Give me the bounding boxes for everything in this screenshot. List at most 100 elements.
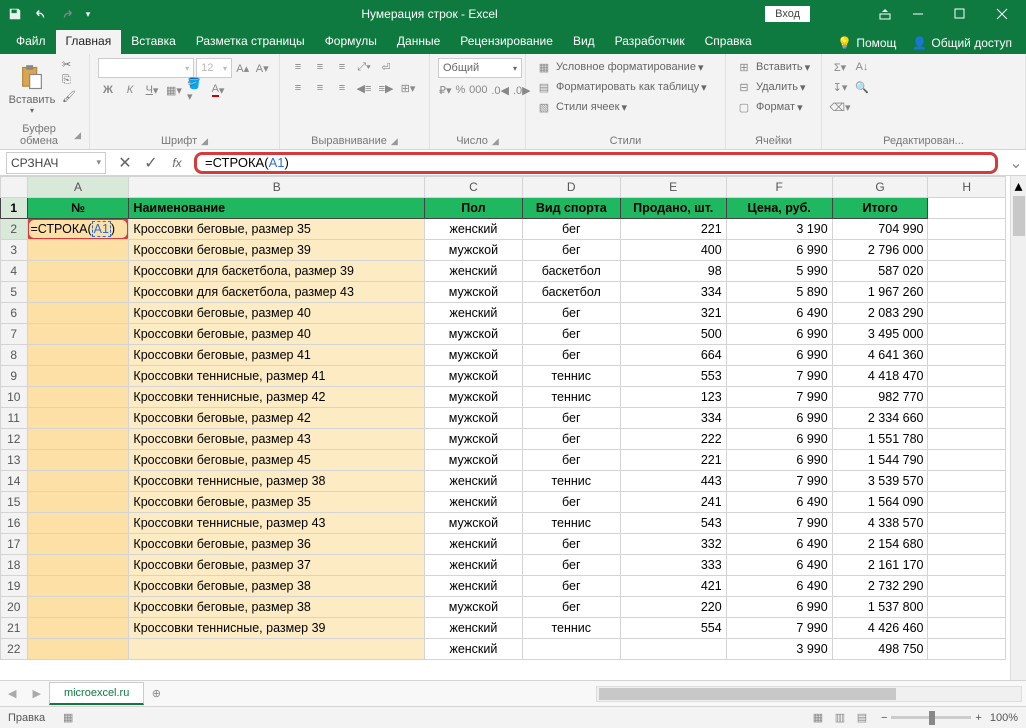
cell[interactable]: 443: [620, 471, 726, 492]
cell[interactable]: 1 551 780: [832, 429, 928, 450]
new-sheet-button[interactable]: ⊕: [144, 682, 168, 706]
undo-button[interactable]: [30, 3, 52, 25]
sort-filter-button[interactable]: A↓: [852, 58, 872, 76]
cell[interactable]: [27, 345, 129, 366]
cell[interactable]: 400: [620, 240, 726, 261]
cell[interactable]: бег: [522, 345, 620, 366]
page-layout-button[interactable]: ▥: [829, 709, 851, 727]
italic-button[interactable]: К: [120, 81, 140, 99]
row-header[interactable]: 16: [1, 513, 28, 534]
cell[interactable]: Кроссовки теннисные, размер 42: [129, 387, 425, 408]
cell[interactable]: женский: [425, 471, 523, 492]
cell[interactable]: 1 967 260: [832, 282, 928, 303]
delete-cells-button[interactable]: ⊟Удалить▾: [734, 78, 813, 96]
name-box[interactable]: СРЗНАЧ▾: [6, 152, 106, 174]
cell[interactable]: мужской: [425, 387, 523, 408]
fill-button[interactable]: ↧▾: [830, 78, 850, 96]
cell[interactable]: Кроссовки теннисные, размер 38: [129, 471, 425, 492]
cell[interactable]: [620, 639, 726, 660]
row-header[interactable]: 15: [1, 492, 28, 513]
cell[interactable]: мужской: [425, 240, 523, 261]
sheet-tab[interactable]: microexcel.ru: [49, 682, 144, 705]
cell[interactable]: 4 418 470: [832, 366, 928, 387]
cell[interactable]: женский: [425, 639, 523, 660]
share-button[interactable]: 👤Общий доступ: [904, 32, 1020, 54]
align-left-button[interactable]: ≡: [288, 79, 308, 97]
row-header[interactable]: 8: [1, 345, 28, 366]
font-launcher[interactable]: ◢: [201, 136, 208, 147]
fill-color-button[interactable]: 🪣▾: [186, 81, 206, 99]
cell[interactable]: 2 796 000: [832, 240, 928, 261]
cell[interactable]: 2 334 660: [832, 408, 928, 429]
redo-button[interactable]: [56, 3, 78, 25]
cell[interactable]: бег: [522, 324, 620, 345]
maximize-button[interactable]: [940, 2, 980, 26]
cell[interactable]: 421: [620, 576, 726, 597]
cell[interactable]: [27, 513, 129, 534]
cell[interactable]: [928, 282, 1006, 303]
cell[interactable]: [928, 261, 1006, 282]
tab-данные[interactable]: Данные: [387, 30, 450, 54]
cell[interactable]: мужской: [425, 345, 523, 366]
row-header[interactable]: 17: [1, 534, 28, 555]
cell[interactable]: 6 490: [726, 576, 832, 597]
shrink-font-button[interactable]: A▾: [253, 59, 271, 77]
row-header[interactable]: 22: [1, 639, 28, 660]
cell[interactable]: Кроссовки теннисные, размер 43: [129, 513, 425, 534]
normal-view-button[interactable]: ▦: [807, 709, 829, 727]
cell[interactable]: 334: [620, 282, 726, 303]
cell[interactable]: Кроссовки беговые, размер 41: [129, 345, 425, 366]
tab-вид[interactable]: Вид: [563, 30, 605, 54]
tab-файл[interactable]: Файл: [6, 30, 56, 54]
formula-input[interactable]: =СТРОКА(A1): [194, 152, 998, 174]
cell[interactable]: теннис: [522, 618, 620, 639]
save-button[interactable]: [4, 3, 26, 25]
cell[interactable]: 321: [620, 303, 726, 324]
cell[interactable]: 4 641 360: [832, 345, 928, 366]
comma-button[interactable]: 000: [468, 81, 488, 99]
cell[interactable]: мужской: [425, 597, 523, 618]
cell[interactable]: Кроссовки для баскетбола, размер 43: [129, 282, 425, 303]
cell[interactable]: женский: [425, 555, 523, 576]
cell[interactable]: [27, 303, 129, 324]
cell[interactable]: мужской: [425, 450, 523, 471]
cell[interactable]: 6 990: [726, 450, 832, 471]
cell[interactable]: Кроссовки беговые, размер 42: [129, 408, 425, 429]
autosum-button[interactable]: Σ▾: [830, 58, 850, 76]
tab-nav-prev[interactable]: ◀: [0, 687, 24, 700]
cell[interactable]: баскетбол: [522, 282, 620, 303]
tab-вставка[interactable]: Вставка: [121, 30, 186, 54]
cell[interactable]: теннис: [522, 366, 620, 387]
tab-справка[interactable]: Справка: [695, 30, 762, 54]
wrap-text-button[interactable]: ⏎: [376, 58, 396, 76]
row-header[interactable]: 13: [1, 450, 28, 471]
zoom-level[interactable]: 100%: [990, 712, 1018, 724]
cell[interactable]: [27, 471, 129, 492]
cell[interactable]: женский: [425, 534, 523, 555]
cell[interactable]: 7 990: [726, 618, 832, 639]
cell[interactable]: бег: [522, 219, 620, 240]
cell[interactable]: Кроссовки беговые, размер 35: [129, 219, 425, 240]
cell[interactable]: [928, 429, 1006, 450]
cell[interactable]: 6 490: [726, 303, 832, 324]
cell[interactable]: Кроссовки беговые, размер 38: [129, 576, 425, 597]
cell[interactable]: бег: [522, 303, 620, 324]
minimize-button[interactable]: [898, 2, 938, 26]
col-header-E[interactable]: E: [620, 177, 726, 198]
font-size-combo[interactable]: 12▾: [196, 58, 232, 78]
cell[interactable]: 664: [620, 345, 726, 366]
cell[interactable]: 6 490: [726, 555, 832, 576]
cell[interactable]: женский: [425, 219, 523, 240]
cell[interactable]: [27, 282, 129, 303]
cell[interactable]: [928, 513, 1006, 534]
cell[interactable]: [928, 555, 1006, 576]
cell[interactable]: 498 750: [832, 639, 928, 660]
indent-inc-button[interactable]: ≡▶: [376, 79, 396, 97]
col-header-D[interactable]: D: [522, 177, 620, 198]
cell[interactable]: [928, 387, 1006, 408]
cell[interactable]: бег: [522, 408, 620, 429]
cell[interactable]: женский: [425, 576, 523, 597]
cell[interactable]: 7 990: [726, 471, 832, 492]
cell[interactable]: бег: [522, 429, 620, 450]
cell[interactable]: 1 564 090: [832, 492, 928, 513]
